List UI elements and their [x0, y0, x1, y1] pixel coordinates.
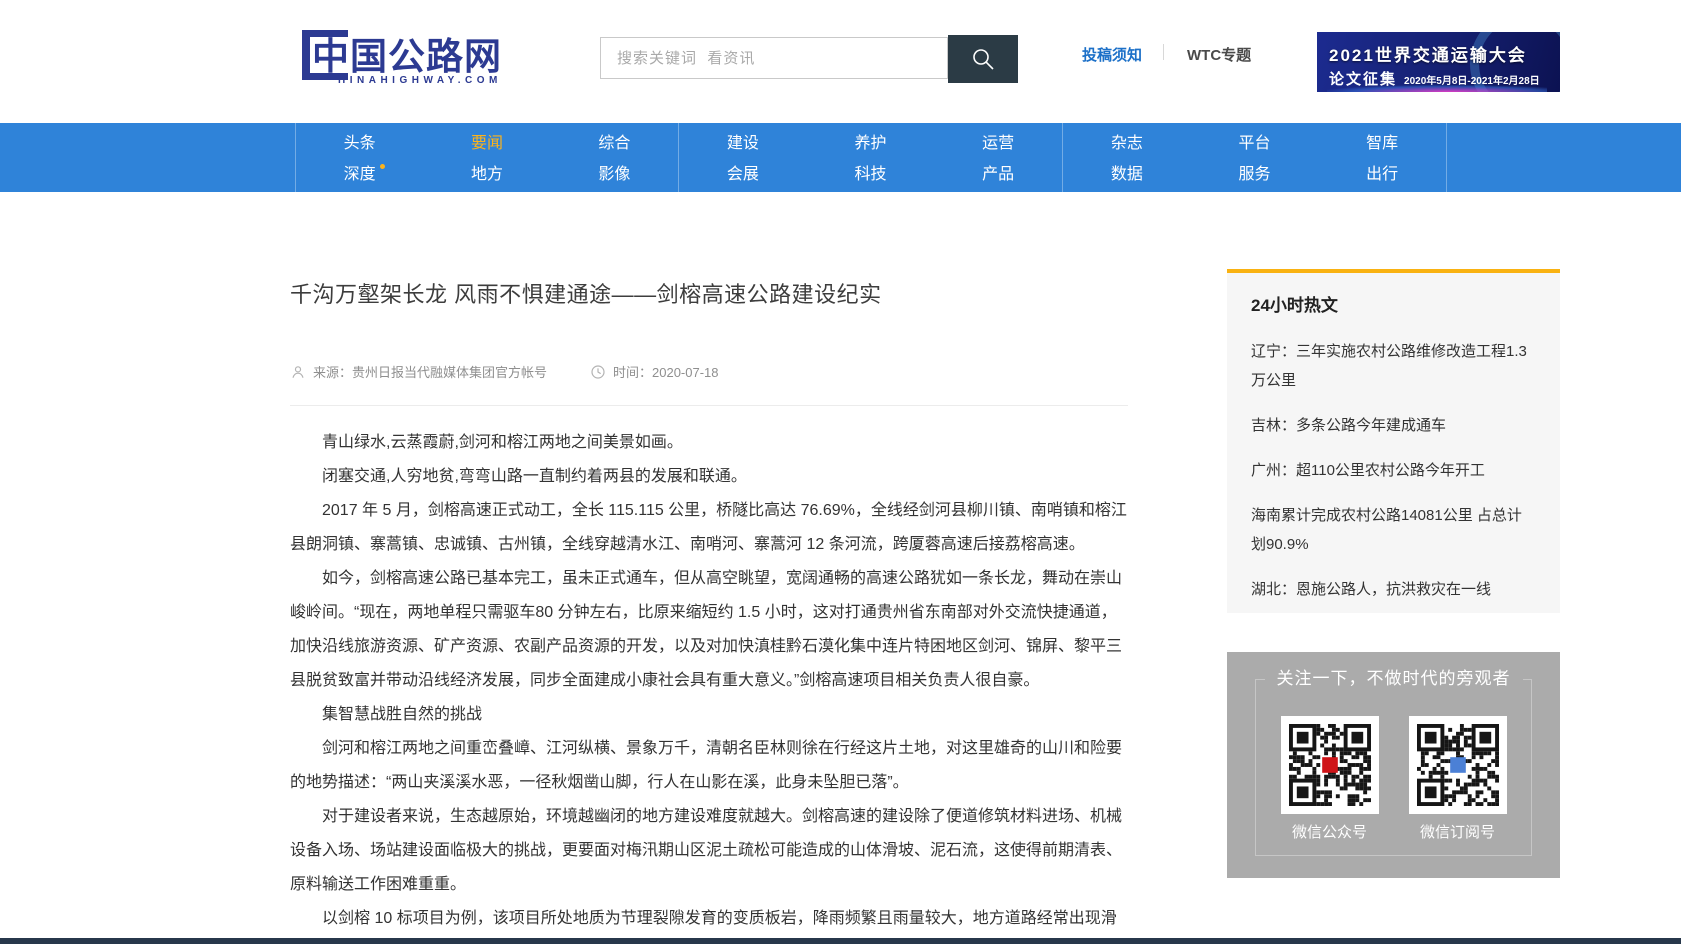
article-body: 青山绿水,云蒸霞蔚,剑河和榕江两地之间美景如画。 闭塞交通,人穷地贫,弯弯山路一…	[290, 426, 1128, 936]
nav-item-magazine[interactable]: 杂志	[1111, 128, 1143, 159]
article-paragraph: 对于建设者来说，生态越原始，环境越幽闭的地方建设难度就越大。剑榕高速的建设除了便…	[290, 800, 1128, 902]
nav-item-thinktank[interactable]: 智库	[1366, 128, 1398, 159]
header: 中国公路网 HINAHIGHWAY.COM 投稿须知 WTC专题 2021世界交…	[0, 0, 1681, 123]
hot-article-link[interactable]: 辽宁：三年实施农村公路维修改造工程1.3万公里	[1251, 337, 1536, 395]
banner-subtitle: 论文征集	[1329, 68, 1397, 89]
search-bar	[600, 37, 1018, 81]
site-logo[interactable]: 中国公路网 HINAHIGHWAY.COM	[302, 28, 542, 90]
follow-box: 关注一下，不做时代的旁观者 微信公众号 微信订阅号	[1227, 652, 1560, 878]
hot-articles-title: 24小时热文	[1251, 295, 1536, 317]
nav-item-comprehensive[interactable]: 综合	[598, 128, 630, 159]
nav-item-travel[interactable]: 出行	[1366, 159, 1398, 190]
article-source: 来源：贵州日报当代融媒体集团官方帐号	[290, 362, 590, 381]
qr-row: 微信公众号 微信订阅号	[1227, 716, 1560, 842]
nav-item-depth[interactable]: 深度	[344, 159, 376, 190]
nav-item-local[interactable]: 地方	[471, 159, 503, 190]
hot-article-link[interactable]: 广州：超110公里农村公路今年开工	[1251, 456, 1536, 485]
article-paragraph: 如今，剑榕高速公路已基本完工，虽未正式通车，但从高空眺望，宽阔通畅的高速公路犹如…	[290, 562, 1128, 698]
nav-group-3: 杂志 数据 平台 服务 智库 出行	[1063, 123, 1447, 192]
wtc-topic-link[interactable]: WTC专题	[1187, 44, 1251, 65]
logo-subtitle: HINAHIGHWAY.COM	[338, 75, 502, 86]
qr-label-official: 微信公众号	[1281, 821, 1379, 842]
search-icon	[970, 46, 996, 72]
nav-item-products[interactable]: 产品	[982, 159, 1014, 190]
wtc-banner-ad[interactable]: 2021世界交通运输大会 论文征集 2020年5月8日-2021年2月28日	[1317, 32, 1560, 92]
article-paragraph: 以剑榕 10 标项目为例，该项目所处地质为节理裂隙发育的变质板岩，降雨频繁且雨量…	[290, 902, 1128, 936]
search-button[interactable]	[948, 35, 1018, 83]
nav-item-data[interactable]: 数据	[1111, 159, 1143, 190]
follow-title: 关注一下，不做时代的旁观者	[1265, 666, 1523, 692]
sidebar: 24小时热文 辽宁：三年实施农村公路维修改造工程1.3万公里 吉林：多条公路今年…	[1227, 269, 1560, 878]
article-paragraph: 集智慧战胜自然的挑战	[290, 698, 1128, 732]
nav-item-news[interactable]: 要闻	[471, 128, 503, 159]
new-dot-icon	[380, 164, 385, 169]
article-paragraph: 剑河和榕江两地之间重峦叠嶂、江河纵横、景象万千，清朝名臣林则徐在行经这片土地，对…	[290, 732, 1128, 800]
page: 中国公路网 HINAHIGHWAY.COM 投稿须知 WTC专题 2021世界交…	[0, 0, 1681, 944]
nav-item-technology[interactable]: 科技	[855, 159, 887, 190]
nav-item-construction[interactable]: 建设	[727, 128, 759, 159]
nav-item-service[interactable]: 服务	[1239, 159, 1271, 190]
nav-group-2: 建设 会展 养护 科技 运营 产品	[679, 123, 1063, 192]
nav-group-1: 头条 深度 要闻 地方 综合 影像	[295, 123, 679, 192]
logo-title: 中国公路网	[312, 26, 502, 80]
article-paragraph: 2017 年 5 月，剑榕高速正式动工，全长 115.115 公里，桥隧比高达 …	[290, 494, 1128, 562]
article-meta: 来源：贵州日报当代融媒体集团官方帐号 时间：2020-07-18	[290, 362, 1128, 381]
nav-item-operation[interactable]: 运营	[982, 128, 1014, 159]
hot-articles-list: 辽宁：三年实施农村公路维修改造工程1.3万公里 吉林：多条公路今年建成通车 广州…	[1251, 337, 1536, 604]
article-time: 时间：2020-07-18	[590, 362, 719, 381]
nav-item-platform[interactable]: 平台	[1239, 128, 1271, 159]
banner-title: 2021世界交通运输大会	[1329, 41, 1560, 66]
nav-item-headlines[interactable]: 头条	[344, 128, 376, 159]
hot-article-link[interactable]: 海南累计完成农村公路14081公里 占总计划90.9%	[1251, 501, 1536, 559]
hot-articles-box: 24小时热文 辽宁：三年实施农村公路维修改造工程1.3万公里 吉林：多条公路今年…	[1227, 269, 1560, 613]
article-divider	[290, 405, 1128, 406]
banner-date: 2020年5月8日-2021年2月28日	[1404, 72, 1540, 87]
submit-notice-link[interactable]: 投稿须知	[1082, 44, 1142, 65]
wechat-official-qr-code	[1281, 716, 1379, 814]
author-icon	[290, 364, 306, 380]
article: 千沟万壑架长龙 风雨不惧建通途——剑榕高速公路建设纪实 来源：贵州日报当代融媒体…	[290, 280, 1128, 936]
main-nav: 头条 深度 要闻 地方 综合 影像 建设 会展 养护	[0, 123, 1681, 192]
header-link-separator	[1163, 44, 1164, 60]
qr-label-subscription: 微信订阅号	[1409, 821, 1507, 842]
footer-strip	[0, 938, 1681, 944]
clock-icon	[590, 364, 606, 380]
hot-article-link[interactable]: 吉林：多条公路今年建成通车	[1251, 411, 1536, 440]
article-paragraph: 闭塞交通,人穷地贫,弯弯山路一直制约着两县的发展和联通。	[290, 460, 1128, 494]
nav-item-expo[interactable]: 会展	[727, 159, 759, 190]
nav-item-maintenance[interactable]: 养护	[855, 128, 887, 159]
wechat-subscription-qr-code	[1409, 716, 1507, 814]
article-paragraph: 青山绿水,云蒸霞蔚,剑河和榕江两地之间美景如画。	[290, 426, 1128, 460]
article-title: 千沟万壑架长龙 风雨不惧建通途——剑榕高速公路建设纪实	[290, 280, 1128, 310]
nav-item-images[interactable]: 影像	[598, 159, 630, 190]
hot-article-link[interactable]: 湖北：恩施公路人，抗洪救灾在一线	[1251, 575, 1536, 604]
search-input[interactable]	[600, 37, 948, 79]
